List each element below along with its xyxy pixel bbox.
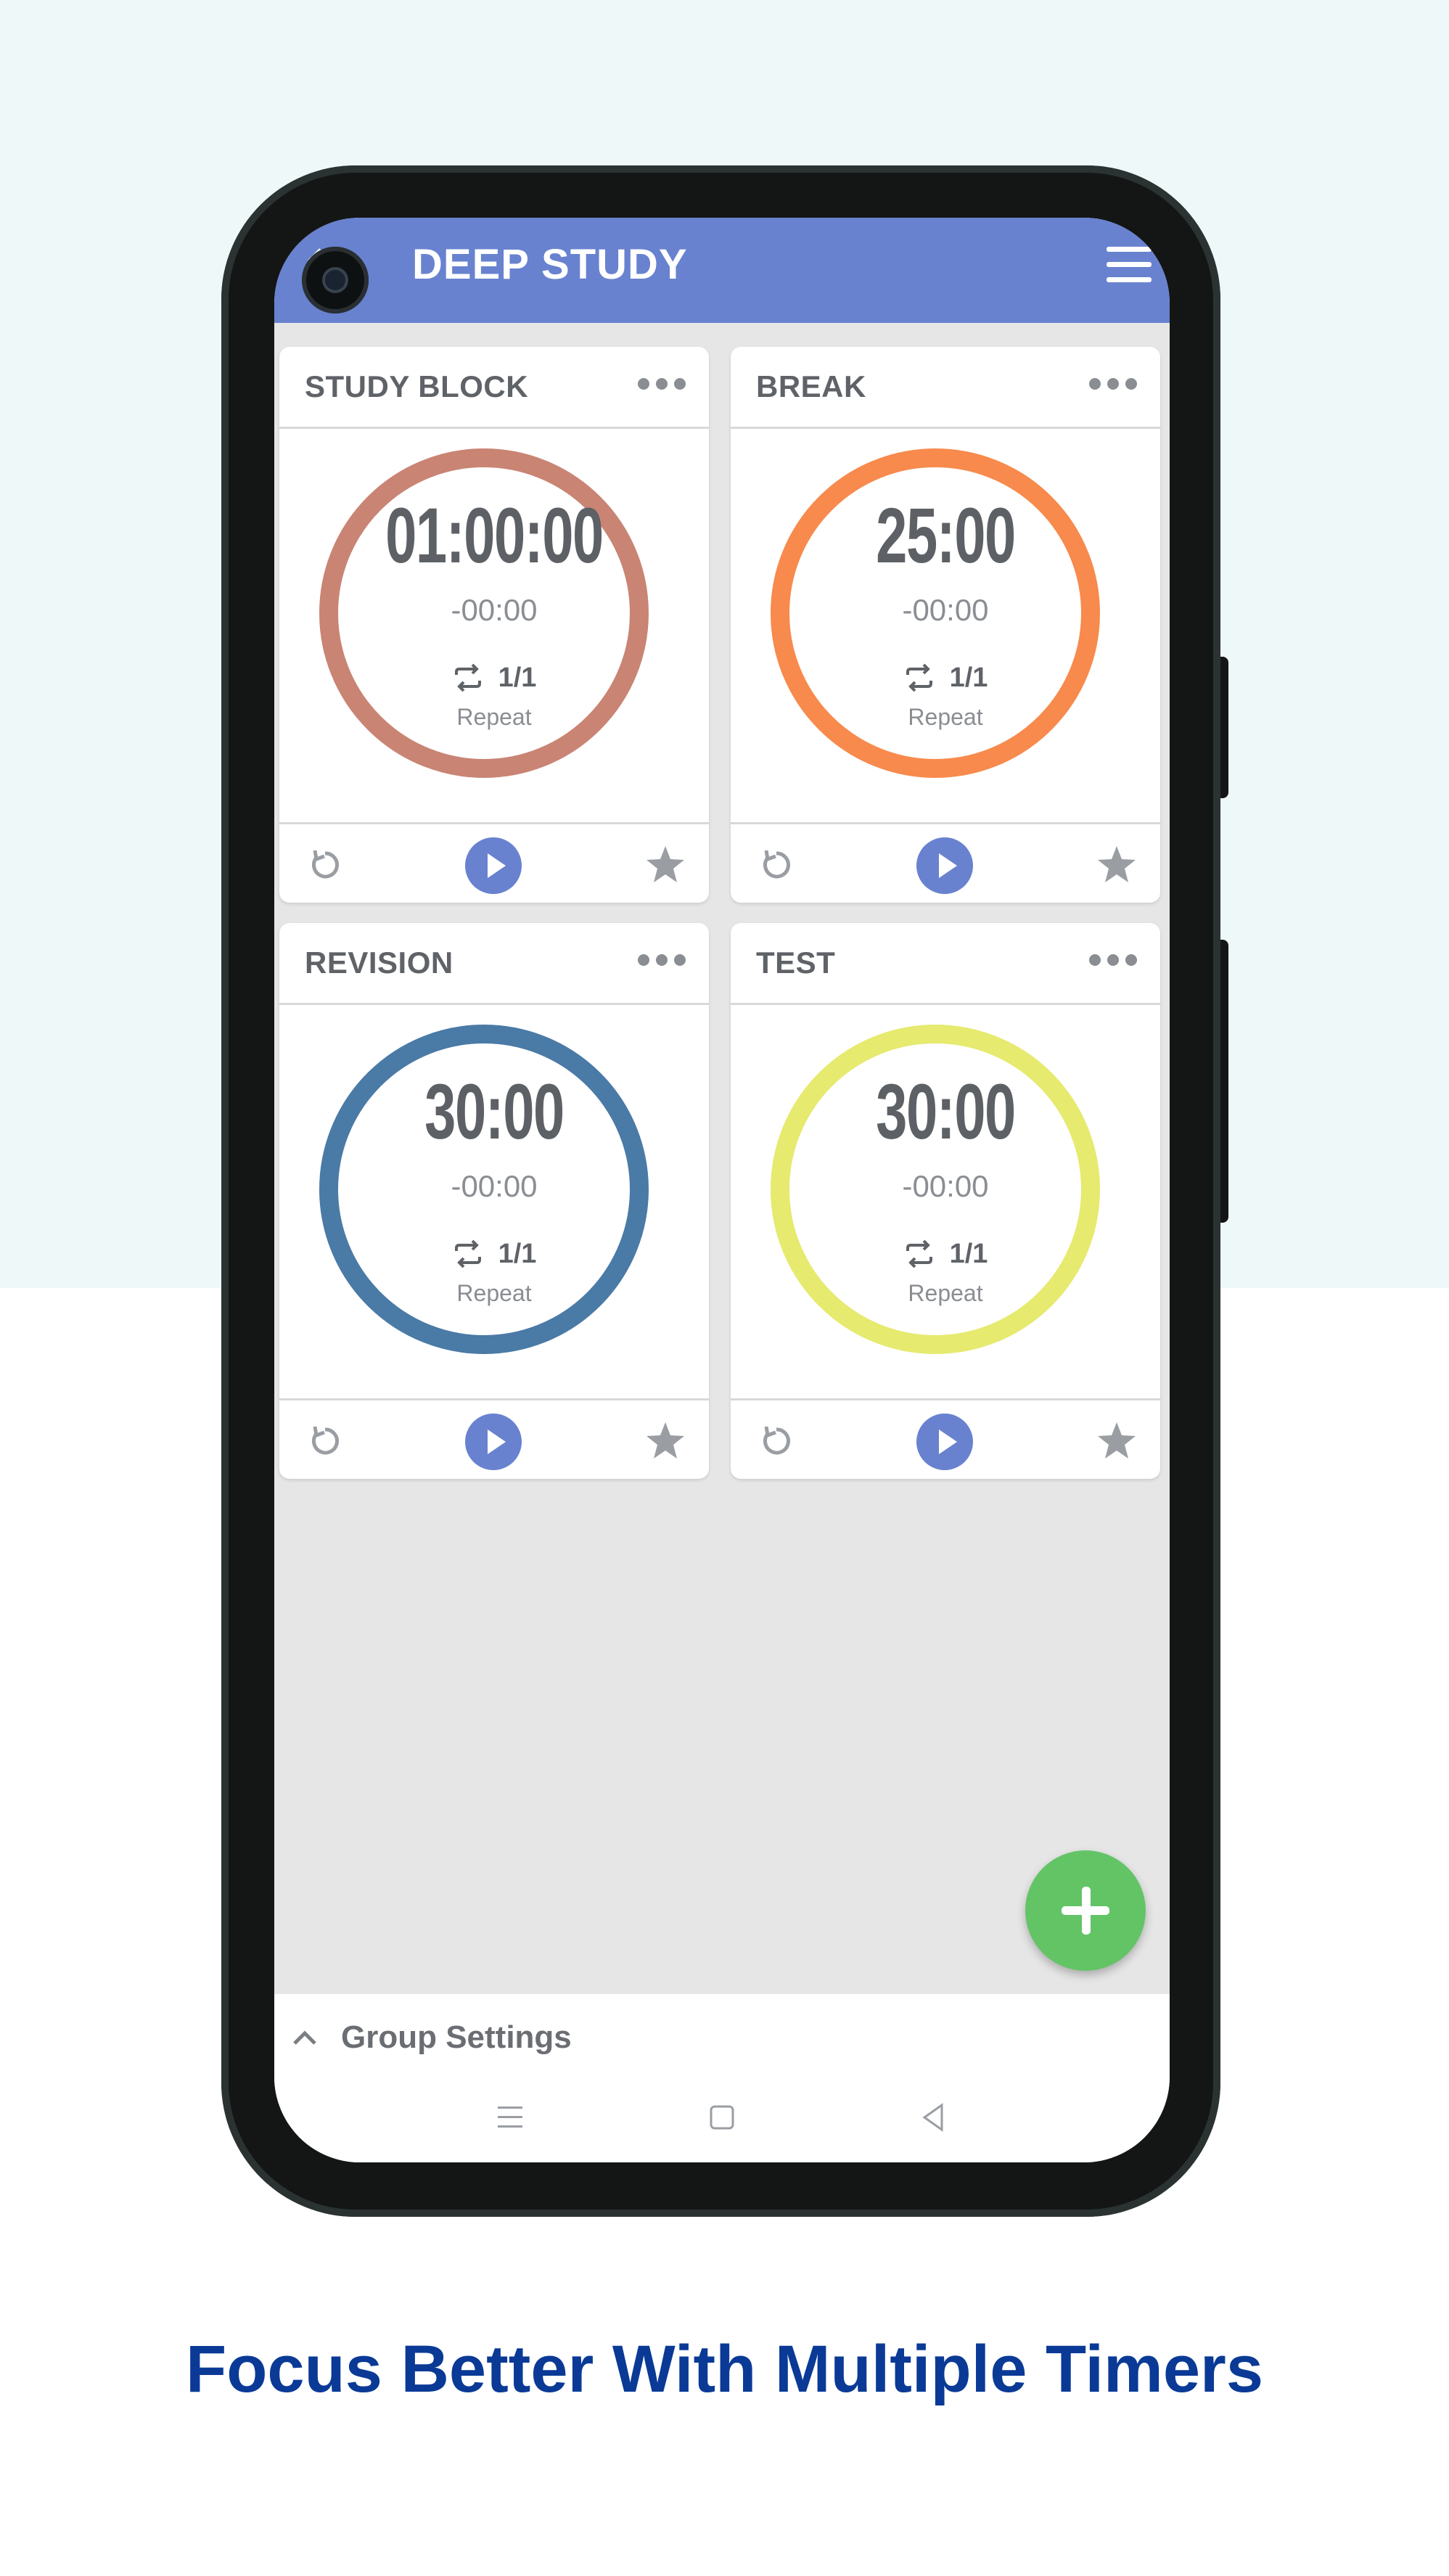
reset-icon[interactable] (305, 845, 345, 885)
repeat-label: Repeat (908, 704, 983, 730)
play-icon (939, 853, 957, 878)
play-icon (939, 1429, 957, 1454)
repeat-label: Repeat (456, 1280, 532, 1306)
menu-icon[interactable] (1104, 239, 1154, 290)
timer-time: 30:00 (424, 1067, 565, 1155)
tagline: Focus Better With Multiple Timers (186, 2332, 1263, 2406)
star-icon[interactable] (1095, 843, 1138, 887)
group-settings-toggle[interactable]: Group Settings (341, 2016, 572, 2059)
timer-time: 01:00:00 (385, 491, 604, 579)
timer-elapsed: -00:00 (902, 1169, 989, 1203)
play-icon (488, 1429, 506, 1454)
repeat-row: 1/1 (279, 1235, 709, 1273)
reset-icon[interactable] (756, 845, 797, 885)
timer-card-header: BREAK (731, 347, 1160, 429)
repeat-label: Repeat (908, 1280, 983, 1306)
timer-name: TEST (756, 946, 836, 980)
add-timer-button[interactable] (1025, 1850, 1146, 1971)
repeat-label: Repeat (456, 704, 532, 730)
play-button[interactable] (916, 1414, 973, 1470)
repeat-icon (454, 1239, 481, 1268)
bottom-sheet: Group Settings (274, 1994, 1170, 2162)
repeat-icon (906, 663, 932, 692)
repeat-row: 1/1 (731, 1235, 1160, 1273)
star-icon[interactable] (644, 843, 687, 887)
timer-time: 25:00 (876, 491, 1016, 579)
timer-name: STUDY BLOCK (305, 369, 529, 403)
timer-card-header: REVISION (279, 923, 709, 1005)
timer-card[interactable]: TEST 30:00 -00:00 1/1 Repeat (731, 923, 1160, 1479)
timer-name: BREAK (756, 369, 866, 403)
front-camera (302, 247, 369, 313)
timer-card[interactable]: REVISION 30:00 -00:00 1/1 Repeat (279, 923, 709, 1479)
timer-card-footer (731, 822, 1160, 905)
timer-card[interactable]: BREAK 25:00 -00:00 1/1 Repeat (731, 347, 1160, 903)
play-icon (488, 853, 506, 878)
timer-elapsed: -00:00 (451, 593, 538, 627)
repeat-count: 1/1 (949, 1239, 988, 1269)
timer-card-footer (279, 1398, 709, 1481)
page-title: DEEP STUDY (412, 241, 688, 288)
app-bar: DEEP STUDY (274, 218, 1170, 323)
more-icon[interactable] (636, 952, 687, 968)
timer-card-header: TEST (731, 923, 1160, 1005)
reset-icon[interactable] (305, 1421, 345, 1461)
repeat-row: 1/1 (731, 659, 1160, 697)
timer-card-footer (731, 1398, 1160, 1481)
timer-name: REVISION (305, 946, 453, 980)
repeat-count: 1/1 (498, 663, 537, 693)
play-button[interactable] (916, 837, 973, 894)
timer-elapsed: -00:00 (451, 1169, 538, 1203)
repeat-icon (454, 663, 481, 692)
nav-back-icon[interactable] (916, 2099, 952, 2136)
timer-card[interactable]: STUDY BLOCK 01:00:00 -00:00 1/1 Repeat (279, 347, 709, 903)
reset-icon[interactable] (756, 1421, 797, 1461)
star-icon[interactable] (644, 1419, 687, 1463)
timer-card-header: STUDY BLOCK (279, 347, 709, 429)
play-button[interactable] (465, 1414, 522, 1470)
timer-card-footer (279, 822, 709, 905)
nav-home-icon[interactable] (704, 2099, 740, 2136)
repeat-count: 1/1 (949, 663, 988, 693)
more-icon[interactable] (1088, 376, 1138, 392)
chevron-up-icon[interactable] (289, 2023, 321, 2055)
more-icon[interactable] (636, 376, 687, 392)
phone-screen: DEEP STUDY STUDY BLOCK 01:00:00 -00:00 1… (274, 218, 1170, 2162)
timer-time: 30:00 (876, 1067, 1016, 1155)
star-icon[interactable] (1095, 1419, 1138, 1463)
repeat-row: 1/1 (279, 659, 709, 697)
nav-menu-icon[interactable] (492, 2099, 528, 2136)
plus-icon (1062, 1887, 1109, 1935)
timer-elapsed: -00:00 (902, 593, 989, 627)
repeat-count: 1/1 (498, 1239, 537, 1269)
play-button[interactable] (465, 837, 522, 894)
repeat-icon (906, 1239, 932, 1268)
more-icon[interactable] (1088, 952, 1138, 968)
